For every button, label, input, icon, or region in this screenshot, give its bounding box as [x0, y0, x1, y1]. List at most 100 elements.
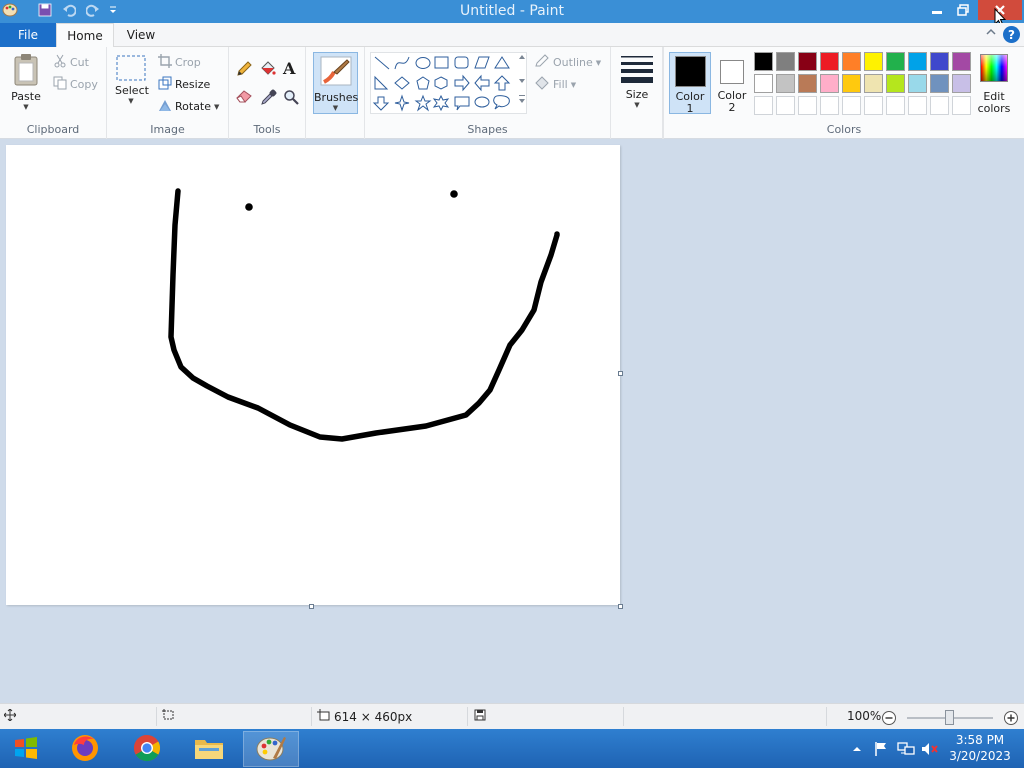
cursor-position	[3, 708, 17, 724]
palette-swatch-empty[interactable]	[820, 96, 839, 115]
disk-icon	[474, 709, 486, 724]
palette-swatch-empty[interactable]	[886, 96, 905, 115]
palette-swatch[interactable]	[776, 74, 795, 93]
palette-swatch[interactable]	[864, 74, 883, 93]
palette-swatch[interactable]	[798, 74, 817, 93]
palette-swatch[interactable]	[952, 74, 971, 93]
taskbar-file-explorer[interactable]	[181, 731, 237, 767]
selection-size	[162, 709, 175, 724]
title-bar: Untitled - Paint	[0, 0, 1024, 27]
image-group-label: Image	[150, 123, 185, 136]
color-picker-icon[interactable]	[261, 89, 277, 108]
brushes-label: Brushes	[314, 91, 359, 104]
palette-swatch-empty[interactable]	[930, 96, 949, 115]
zoom-in-button[interactable]	[1003, 710, 1019, 729]
restore-button[interactable]	[950, 0, 976, 20]
fill-bucket-icon[interactable]	[259, 61, 276, 80]
tab-file[interactable]: File	[0, 23, 56, 47]
resize-handle-corner[interactable]	[618, 604, 623, 609]
clock-date: 3/20/2023	[949, 749, 1011, 763]
edit-colors-button[interactable]: Edit colors	[976, 52, 1012, 118]
palette-swatch[interactable]	[754, 52, 773, 71]
pencil-icon[interactable]	[236, 61, 252, 80]
palette-swatch[interactable]	[798, 52, 817, 71]
selection-size-icon	[162, 709, 175, 724]
scissors-icon	[53, 54, 67, 71]
help-button[interactable]: ?	[1003, 26, 1020, 43]
palette-swatch[interactable]	[886, 52, 905, 71]
palette-swatch-empty[interactable]	[776, 96, 795, 115]
palette-swatch[interactable]	[886, 74, 905, 93]
copy-button[interactable]: Copy	[53, 76, 98, 93]
resize-button[interactable]: Resize	[158, 76, 210, 93]
system-clock[interactable]: 3:58 PM 3/20/2023	[944, 732, 1016, 764]
select-button[interactable]: Select ▼	[115, 55, 149, 105]
palette-swatch-empty[interactable]	[952, 96, 971, 115]
resize-handle-right[interactable]	[618, 371, 623, 376]
taskbar-chrome[interactable]	[119, 731, 175, 767]
crosshair-icon	[3, 708, 17, 724]
volume-muted-icon[interactable]	[921, 729, 939, 768]
ribbon-tabs: File Home View ?	[0, 23, 1024, 48]
tools-group: A Tools	[229, 47, 306, 139]
cut-label: Cut	[70, 56, 89, 69]
size-group: Size ▼	[611, 47, 663, 139]
palette-swatch-empty[interactable]	[842, 96, 861, 115]
eraser-icon[interactable]	[236, 89, 253, 106]
cut-button[interactable]: Cut	[53, 54, 89, 71]
image-dimensions: 614 × 460px	[334, 709, 413, 724]
text-tool-icon[interactable]: A	[283, 59, 295, 78]
size-button[interactable]: Size ▼	[619, 53, 655, 109]
magnifier-icon[interactable]	[283, 89, 299, 108]
minimize-button[interactable]	[924, 0, 950, 20]
minimize-ribbon-icon[interactable]	[986, 25, 996, 39]
palette-swatch[interactable]	[952, 52, 971, 71]
fill-label: Fill	[553, 78, 568, 91]
color-1-button[interactable]: Color 1	[669, 52, 711, 115]
palette-swatch[interactable]	[776, 52, 795, 71]
palette-swatch-empty[interactable]	[754, 96, 773, 115]
palette-swatch[interactable]	[820, 74, 839, 93]
color-1-number: 1	[686, 102, 694, 115]
palette-swatch[interactable]	[754, 74, 773, 93]
action-center-flag-icon[interactable]	[873, 729, 889, 768]
palette-swatch[interactable]	[908, 52, 927, 71]
size-label: Size	[625, 88, 649, 101]
palette-swatch[interactable]	[930, 52, 949, 71]
palette-swatch-empty[interactable]	[908, 96, 927, 115]
smile-stroke	[168, 188, 560, 442]
tab-view[interactable]: View	[116, 23, 166, 47]
palette-swatch[interactable]	[820, 52, 839, 71]
palette-swatch[interactable]	[842, 74, 861, 93]
start-button[interactable]	[4, 731, 48, 767]
taskbar: 3:58 PM 3/20/2023	[0, 729, 1024, 768]
palette-swatch[interactable]	[864, 52, 883, 71]
select-label: Select	[115, 84, 149, 97]
outline-button[interactable]: Outline ▼	[534, 54, 601, 71]
shapes-gallery[interactable]	[370, 52, 527, 114]
palette-swatch-empty[interactable]	[798, 96, 817, 115]
network-icon[interactable]	[897, 729, 915, 768]
show-hidden-icons-button[interactable]	[852, 729, 862, 768]
palette-swatch[interactable]	[842, 52, 861, 71]
firefox-icon	[70, 733, 100, 766]
drawing-canvas[interactable]	[6, 145, 620, 605]
rotate-button[interactable]: Rotate ▼	[158, 98, 219, 115]
copy-label: Copy	[70, 78, 98, 91]
tab-home[interactable]: Home	[56, 23, 114, 48]
zoom-slider-thumb[interactable]	[945, 710, 954, 725]
brushes-button[interactable]: Brushes ▼	[313, 52, 358, 114]
zoom-out-button[interactable]	[881, 710, 897, 729]
taskbar-paint[interactable]	[243, 731, 299, 767]
palette-swatch-empty[interactable]	[864, 96, 883, 115]
paste-button[interactable]: Paste ▼	[6, 53, 46, 111]
palette-swatch[interactable]	[908, 74, 927, 93]
rotate-icon	[158, 98, 172, 115]
resize-handle-bottom[interactable]	[309, 604, 314, 609]
crop-button[interactable]: Crop	[158, 54, 201, 71]
color-2-button[interactable]: Color 2	[713, 52, 751, 114]
ribbon: Paste ▼ Cut Copy Clipboard Select ▼ Crop…	[0, 47, 1024, 139]
palette-swatch[interactable]	[930, 74, 949, 93]
taskbar-firefox[interactable]	[57, 731, 113, 767]
fill-button[interactable]: Fill ▼	[534, 76, 576, 93]
